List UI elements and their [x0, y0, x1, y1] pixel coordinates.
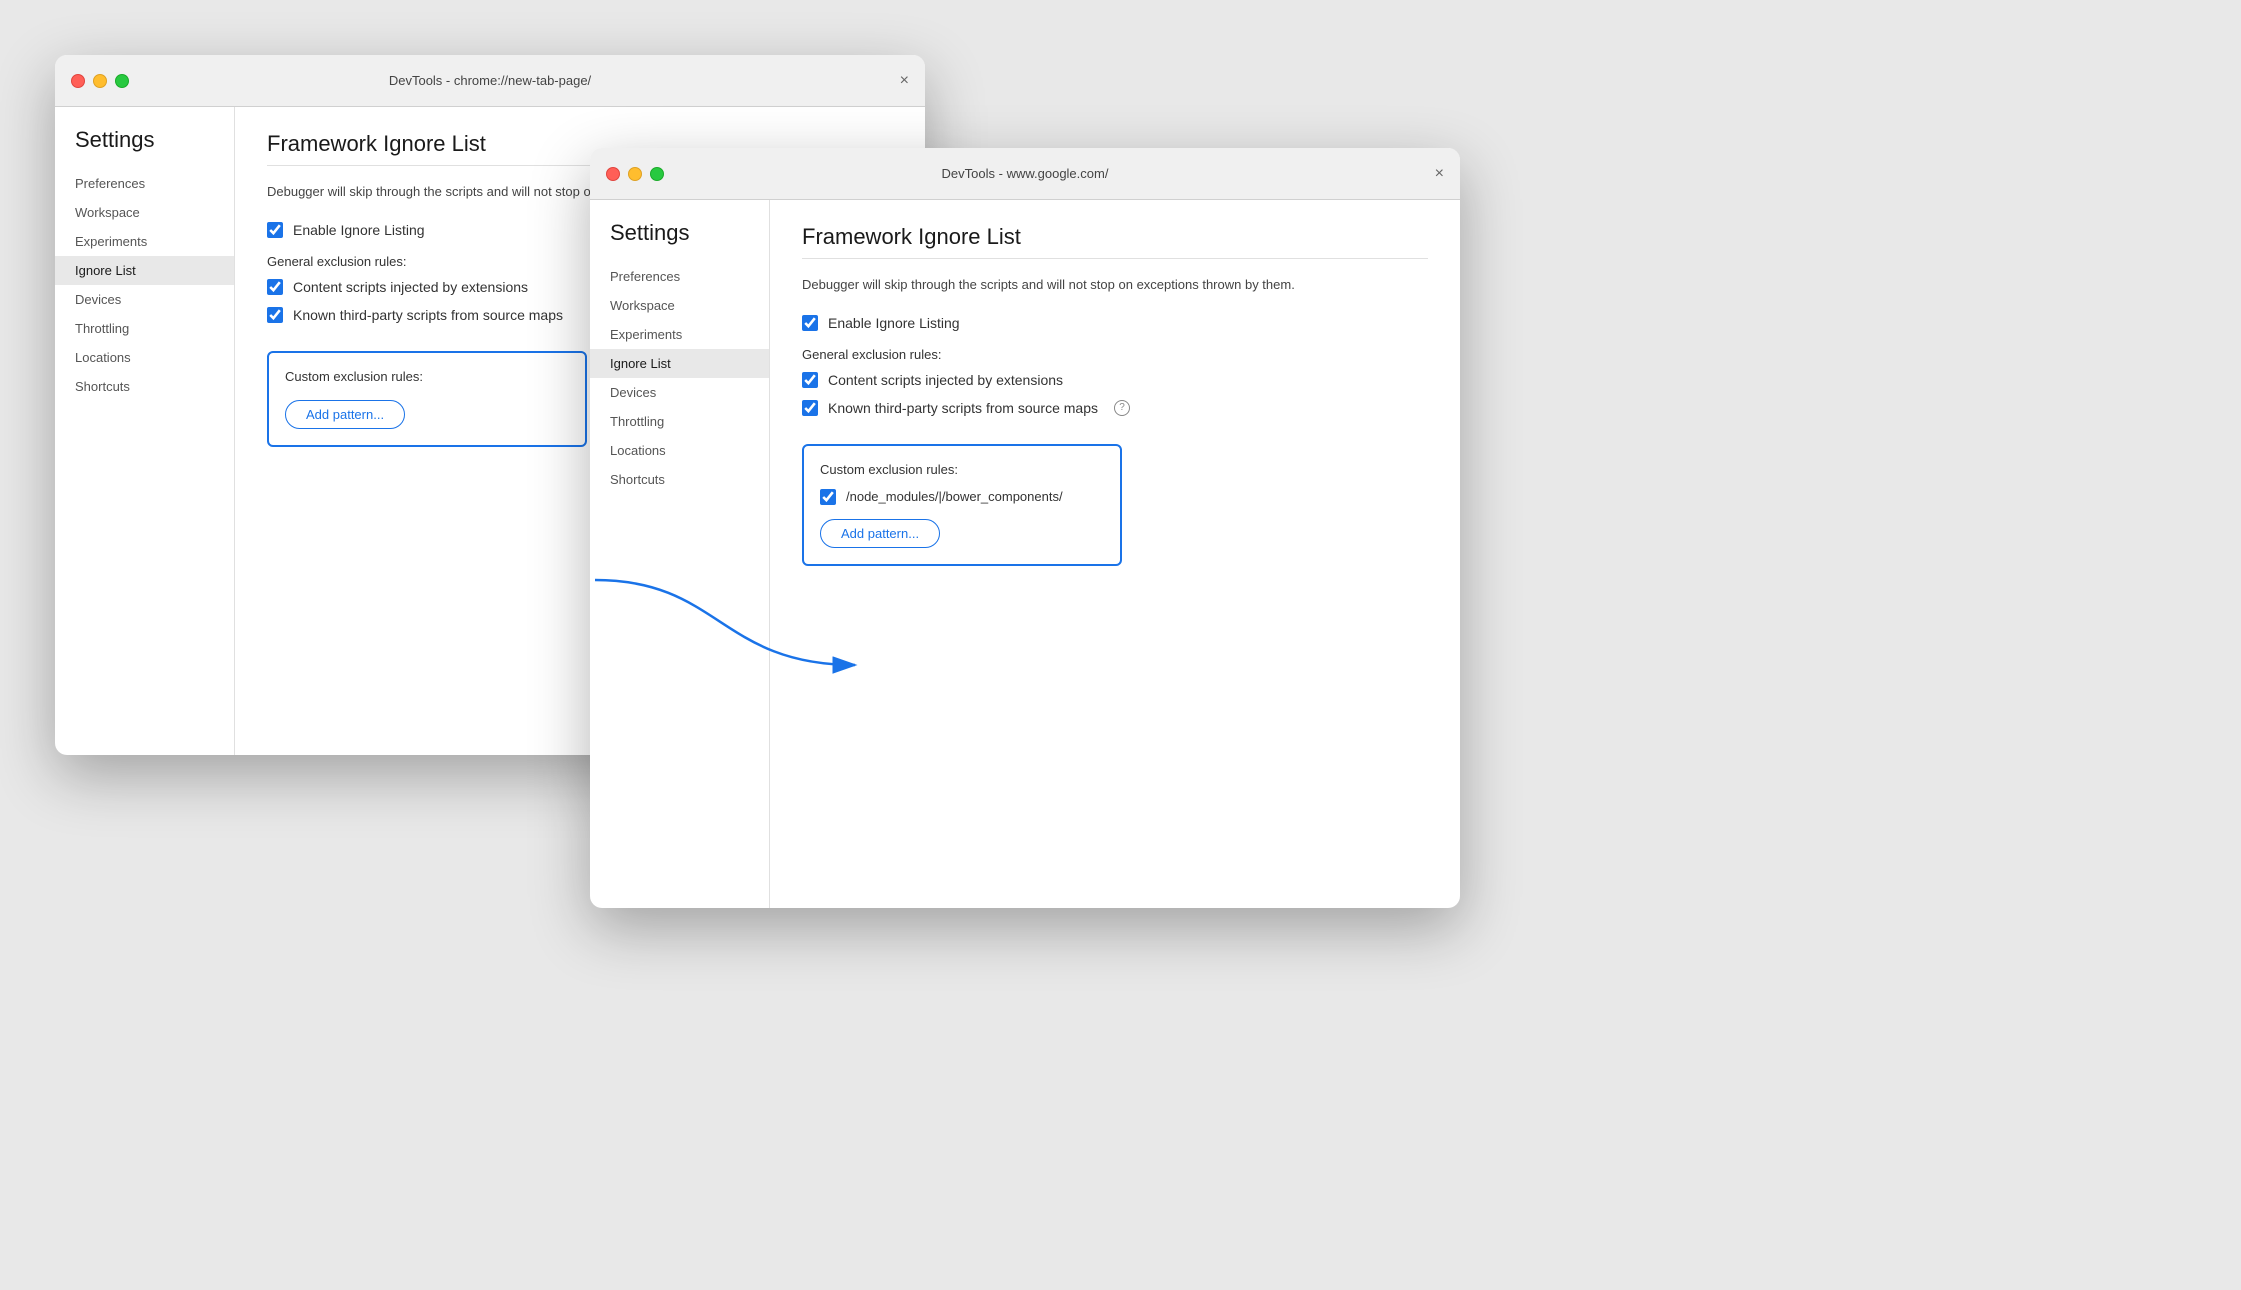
rule1-checkbox-1[interactable]	[267, 279, 283, 295]
maximize-button-1[interactable]	[115, 74, 129, 88]
window-close-x-2[interactable]: ×	[1435, 166, 1444, 182]
devtools-body-2: Settings Preferences Workspace Experimen…	[590, 200, 1460, 908]
enable-checkbox-1[interactable]	[267, 222, 283, 238]
window-title-2: DevTools - www.google.com/	[942, 166, 1109, 181]
rule2-checkbox-2[interactable]	[802, 400, 818, 416]
sidebar-item-preferences-2[interactable]: Preferences	[590, 262, 769, 291]
custom-rules-box-1: Custom exclusion rules: Add pattern...	[267, 351, 587, 447]
section-title-2: Framework Ignore List	[802, 224, 1428, 250]
sidebar-item-ignorelist-1[interactable]: Ignore List	[55, 256, 234, 285]
description-2: Debugger will skip through the scripts a…	[802, 275, 1428, 295]
rule1-label-2[interactable]: Content scripts injected by extensions	[802, 372, 1063, 388]
sidebar-heading-2: Settings	[590, 220, 769, 262]
general-rules-title-2: General exclusion rules:	[802, 347, 1428, 362]
custom-rules-label-1: Custom exclusion rules:	[285, 369, 569, 384]
rule2-label-1[interactable]: Known third-party scripts from source ma…	[267, 307, 563, 323]
enable-label-1[interactable]: Enable Ignore Listing	[267, 222, 425, 238]
custom-rules-box-2: Custom exclusion rules: /node_modules/|/…	[802, 444, 1122, 566]
enable-label-2[interactable]: Enable Ignore Listing	[802, 315, 960, 331]
sidebar-item-shortcuts-1[interactable]: Shortcuts	[55, 372, 234, 401]
add-pattern-button-1[interactable]: Add pattern...	[285, 400, 405, 429]
close-button-2[interactable]	[606, 167, 620, 181]
custom-rule1-checkbox-2[interactable]	[820, 489, 836, 505]
sidebar-2: Settings Preferences Workspace Experimen…	[590, 200, 770, 908]
rule1-label-1[interactable]: Content scripts injected by extensions	[267, 279, 528, 295]
sidebar-item-workspace-2[interactable]: Workspace	[590, 291, 769, 320]
window-title-1: DevTools - chrome://new-tab-page/	[389, 73, 591, 88]
sidebar-item-locations-1[interactable]: Locations	[55, 343, 234, 372]
maximize-button-2[interactable]	[650, 167, 664, 181]
sidebar-1: Settings Preferences Workspace Experimen…	[55, 107, 235, 755]
window-close-x-1[interactable]: ×	[900, 73, 909, 89]
titlebar-1: DevTools - chrome://new-tab-page/ ×	[55, 55, 925, 107]
sidebar-item-preferences-1[interactable]: Preferences	[55, 169, 234, 198]
custom-rules-label-2: Custom exclusion rules:	[820, 462, 1104, 477]
sidebar-item-locations-2[interactable]: Locations	[590, 436, 769, 465]
sidebar-item-workspace-1[interactable]: Workspace	[55, 198, 234, 227]
rule2-row-2: Known third-party scripts from source ma…	[802, 400, 1428, 416]
minimize-button-2[interactable]	[628, 167, 642, 181]
minimize-button-1[interactable]	[93, 74, 107, 88]
sidebar-item-shortcuts-2[interactable]: Shortcuts	[590, 465, 769, 494]
sidebar-item-ignorelist-2[interactable]: Ignore List	[590, 349, 769, 378]
sidebar-item-experiments-2[interactable]: Experiments	[590, 320, 769, 349]
enable-row-2: Enable Ignore Listing	[802, 315, 1428, 331]
rule2-label-2[interactable]: Known third-party scripts from source ma…	[802, 400, 1130, 416]
sidebar-item-devices-1[interactable]: Devices	[55, 285, 234, 314]
rule2-checkbox-1[interactable]	[267, 307, 283, 323]
divider-2	[802, 258, 1428, 259]
help-icon-2[interactable]: ?	[1114, 400, 1130, 416]
window-controls-2	[606, 167, 664, 181]
sidebar-item-devices-2[interactable]: Devices	[590, 378, 769, 407]
close-button-1[interactable]	[71, 74, 85, 88]
sidebar-item-experiments-1[interactable]: Experiments	[55, 227, 234, 256]
main-content-2: Framework Ignore List Debugger will skip…	[770, 200, 1460, 908]
sidebar-item-throttling-1[interactable]: Throttling	[55, 314, 234, 343]
sidebar-heading-1: Settings	[55, 127, 234, 169]
add-pattern-button-2[interactable]: Add pattern...	[820, 519, 940, 548]
enable-checkbox-2[interactable]	[802, 315, 818, 331]
custom-rule1-text-2: /node_modules/|/bower_components/	[846, 489, 1063, 504]
rule1-row-2: Content scripts injected by extensions	[802, 372, 1428, 388]
titlebar-2: DevTools - www.google.com/ ×	[590, 148, 1460, 200]
window-controls-1	[71, 74, 129, 88]
custom-rule1-row-2: /node_modules/|/bower_components/	[820, 489, 1104, 505]
sidebar-item-throttling-2[interactable]: Throttling	[590, 407, 769, 436]
rule1-checkbox-2[interactable]	[802, 372, 818, 388]
window-2: DevTools - www.google.com/ × Settings Pr…	[590, 148, 1460, 908]
